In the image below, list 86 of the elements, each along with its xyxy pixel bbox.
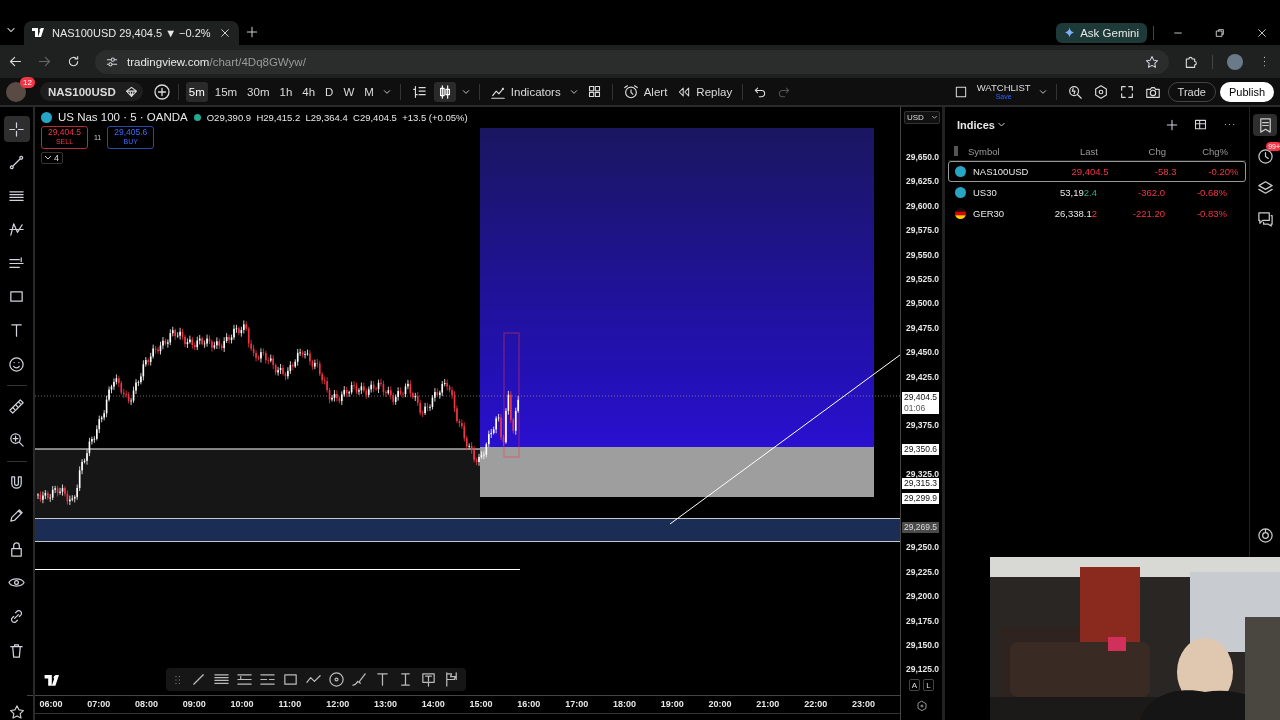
symbol-title: US Nas 100 · 5 · OANDA (58, 111, 188, 123)
price-label: 29,125.0 (906, 664, 940, 675)
change-percent: -0.68% (1195, 187, 1227, 198)
price-label: 29,650.0 (906, 152, 940, 162)
interval-button[interactable]: M (361, 81, 377, 102)
interval-button[interactable]: 15m (211, 81, 241, 102)
price-label: 29,625.0 (906, 176, 940, 187)
time-label: 09:00 (181, 698, 207, 711)
time-label: 10:00 (229, 698, 255, 711)
interval-button[interactable]: 30m (244, 81, 273, 102)
ohlc-values: O29,390.9 H29,415.2 L29,364.4 C29,404.5 +13.5 (+0.05%) (206, 111, 468, 123)
interval-button[interactable]: D (322, 81, 337, 102)
indicators-button[interactable]: Indicators (486, 81, 564, 102)
time-label: 13:00 (372, 698, 398, 711)
interval-button[interactable]: 5m (185, 81, 208, 102)
scale-button[interactable]: A (909, 679, 920, 691)
watchlist-row[interactable]: GER30 26,338.12 -221.20 -0.83% (948, 203, 1246, 224)
change-value: -221.20 (1131, 208, 1165, 219)
address-bar[interactable]: tradingview.com/chart/4Dq8GWyw/ (95, 49, 1169, 74)
alert-button[interactable]: Alert (619, 81, 671, 102)
price-label: 29,225.0 (906, 566, 940, 577)
tab-title: NAS100USD 29,404.5 ▼ −0.2% (52, 27, 212, 39)
column-header[interactable]: Chg% (1166, 145, 1228, 157)
price-label: 29,150.0 (906, 640, 940, 650)
ask-gemini-button[interactable]: Ask Gemini (1056, 22, 1147, 43)
column-header[interactable]: Chg (1098, 145, 1166, 157)
symbol-name: GER30 (972, 208, 1006, 219)
scale-button[interactable]: L (923, 679, 934, 691)
notification-badge: 12 (20, 76, 35, 88)
price-label: 29,600.0 (906, 200, 940, 211)
time-label: 07:00 (86, 698, 112, 711)
price-label: 29,375.0 (906, 420, 940, 431)
currency-dropdown[interactable]: USD (904, 111, 940, 124)
column-header[interactable]: Symbol (968, 145, 1018, 157)
time-label: 22:00 (803, 698, 829, 711)
price-tag: 29,404.5 01:06 (902, 392, 939, 414)
last-price: 26,338.12 (1053, 208, 1097, 219)
watchlist-row[interactable]: NAS100USD 29,404.5 -58.3 -0.20% (948, 161, 1246, 182)
price-label: 29,250.0 (906, 542, 940, 553)
price-label: 29,525.0 (906, 274, 940, 284)
replay-button[interactable]: Replay (674, 81, 736, 102)
interval-button[interactable]: 1h (276, 81, 296, 102)
change-percent: -0.20% (1207, 166, 1239, 177)
symbol-name: US30 (972, 187, 998, 198)
time-label: 21:00 (755, 698, 781, 711)
symbol-search[interactable]: NAS100USD (40, 82, 143, 101)
change-value: -362.0 (1137, 187, 1165, 198)
price-label: 29,550.0 (906, 249, 940, 260)
publish-button[interactable]: Publish (1219, 81, 1274, 102)
time-label: 23:00 (850, 698, 876, 711)
time-label: 16:00 (516, 698, 542, 711)
price-label: 29,575.0 (906, 225, 940, 236)
watchlist-name[interactable]: Indices (957, 118, 1005, 131)
watchlist-title[interactable]: WATCHLIST (976, 83, 1031, 93)
time-label: 17:00 (564, 698, 590, 711)
price-label: 29,500.0 (906, 298, 940, 309)
last-price: 53,192.4 (1059, 187, 1097, 198)
time-label: 20:00 (707, 698, 733, 711)
price-label: 29,175.0 (906, 615, 940, 626)
time-label: 12:00 (325, 698, 351, 711)
price-label: 29,425.0 (906, 371, 940, 382)
change-value: -58.3 (1153, 166, 1177, 177)
price-tag: 29,350.6 (902, 444, 939, 455)
interval-button[interactable]: 4h (299, 81, 319, 102)
watchlist-row[interactable]: US30 53,192.4 -362.0 -0.68% (948, 182, 1246, 203)
price-tag: 29,315.3 (902, 478, 939, 489)
time-label: 11:00 (277, 698, 303, 711)
indicators-toggle[interactable]: 4 (41, 151, 63, 164)
price-label: 29,325.0 (906, 469, 940, 480)
symbol-name: NAS100USD (972, 166, 1029, 177)
price-label: 29,450.0 (906, 347, 940, 358)
time-label: 06:00 (38, 698, 64, 711)
time-label: 19:00 (659, 698, 685, 711)
price-tag: 29,269.5 (902, 522, 939, 533)
change-percent: -0.83% (1195, 208, 1227, 219)
last-price: 29,404.5 (1070, 166, 1109, 177)
price-label: 29,475.0 (906, 322, 940, 333)
browser-tab[interactable]: NAS100USD 29,404.5 ▼ −0.2% (24, 21, 239, 45)
time-label: 14:00 (420, 698, 446, 711)
price-label: 29,200.0 (906, 591, 940, 602)
time-label: 15:00 (468, 698, 494, 711)
price-tag: 29,299.9 (902, 493, 939, 504)
interval-button[interactable]: W (340, 81, 358, 102)
time-label: 18:00 (611, 698, 637, 711)
time-label: 08:00 (133, 698, 159, 711)
column-header[interactable]: Last (1018, 145, 1098, 157)
